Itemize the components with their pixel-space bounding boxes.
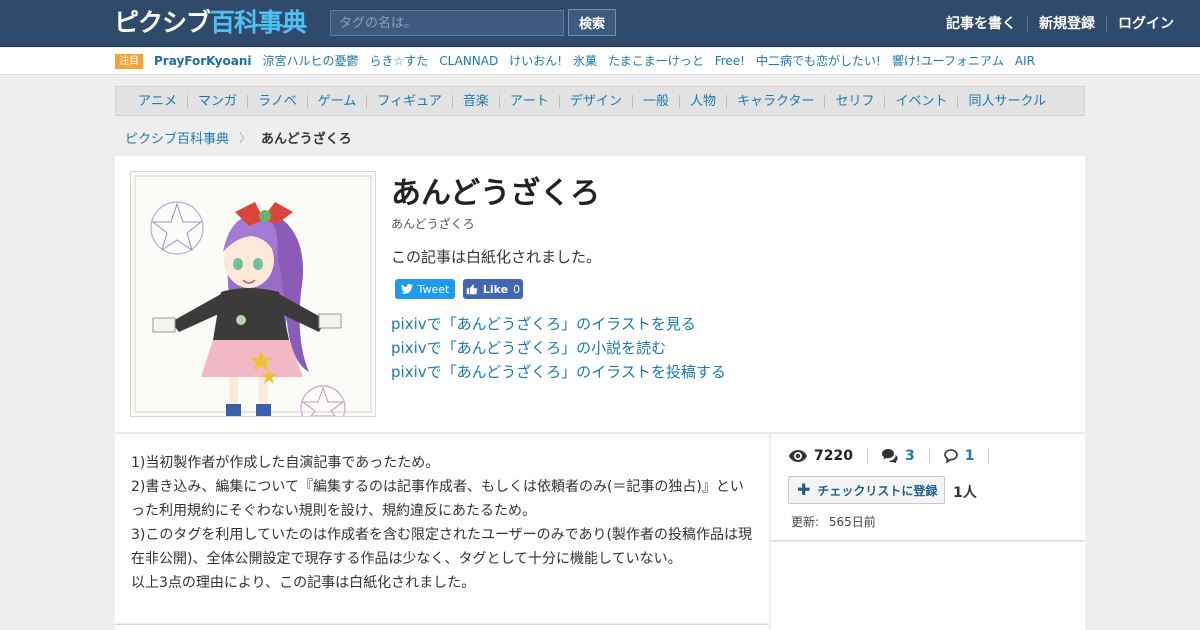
like-label: Like (482, 282, 509, 296)
add-to-checklist-button[interactable]: ✚ チェックリストに登録 (788, 476, 945, 504)
twitter-icon (400, 284, 413, 294)
site-logo[interactable]: ピクシブ百科事典 (114, 8, 307, 37)
trending-tag[interactable]: Free! (715, 53, 745, 69)
article-body-footer (115, 624, 769, 630)
search-input[interactable] (330, 10, 564, 36)
trending-tag[interactable]: PrayForKyoani (154, 53, 252, 69)
site-header: ピクシブ百科事典 検索 記事を書く 新規登録 ログイン (0, 0, 1200, 47)
reply-count[interactable]: 1 (943, 448, 990, 464)
category-art[interactable]: アート (498, 94, 559, 108)
pixiv-post-illustration-link[interactable]: pixivで「あんどうざくろ」のイラストを投稿する (391, 360, 726, 384)
header-nav: 記事を書く 新規登録 ログイン (935, 0, 1185, 47)
category-game[interactable]: ゲーム (306, 94, 367, 108)
trending-tag[interactable]: 中二病でも恋がしたい! (756, 53, 881, 69)
updated-info: 更新: 565日前 (791, 513, 876, 530)
trending-tag[interactable]: たまこまーけっと (608, 53, 704, 69)
view-count: 7220 (789, 448, 868, 464)
trending-tag[interactable]: 氷菓 (573, 53, 597, 69)
category-lightnovel[interactable]: ラノベ (247, 94, 307, 108)
article-summary: この記事は白紙化されました。 (391, 248, 602, 266)
breadcrumb-root[interactable]: ピクシブ百科事典 (125, 128, 229, 147)
breadcrumb-current: あんどうざくろ (261, 132, 352, 147)
article-title: あんどうざくろ (391, 176, 601, 211)
category-event[interactable]: イベント (884, 94, 957, 108)
trending-tag[interactable]: らき☆すた (370, 53, 429, 69)
tweet-button[interactable]: Tweet (395, 279, 455, 299)
category-quote[interactable]: セリフ (824, 94, 884, 108)
plus-icon: ✚ (797, 480, 811, 499)
like-button[interactable]: Like 0 (463, 279, 523, 299)
body-paragraph: 1)当初製作者が作成した自演記事であったため。 (131, 455, 440, 471)
category-design[interactable]: デザイン (558, 94, 632, 108)
character-illustration (131, 172, 375, 416)
view-count-value: 7220 (814, 448, 853, 464)
body-paragraph: 2)書き込み、編集について『編集するのは記事作成者、もしくは依頼者のみ(＝記事の… (131, 479, 744, 519)
reply-count-value[interactable]: 1 (965, 448, 975, 464)
write-article-link[interactable]: 記事を書く (935, 16, 1027, 32)
trending-tag[interactable]: AIR (1015, 53, 1035, 69)
stats-row: 7220 3 1 (789, 448, 1003, 464)
updated-label: 更新: (791, 515, 820, 529)
article-stats: 7220 3 1 ✚ チェックリストに登録 1人 更新: 565日前 (771, 433, 1085, 541)
trending-tag[interactable]: CLANNAD (439, 53, 498, 69)
article-body-text: 1)当初製作者が作成した自演記事であったため。 2)書き込み、編集について『編集… (131, 451, 755, 595)
category-doujin-circle[interactable]: 同人サークル (957, 94, 1056, 108)
category-anime[interactable]: アニメ (128, 95, 187, 108)
comments-icon (881, 449, 898, 463)
checklist-count: 1人 (953, 485, 977, 501)
chevron-right-icon: 〉 (239, 131, 252, 145)
tweet-label: Tweet (417, 282, 450, 296)
signup-link[interactable]: 新規登録 (1027, 15, 1106, 32)
speech-bubble-icon (943, 449, 958, 463)
category-figure[interactable]: フィギュア (366, 94, 451, 108)
trending-badge: 注目 (115, 53, 143, 69)
article-body: 1)当初製作者が作成した自演記事であったため。 2)書き込み、編集について『編集… (115, 433, 769, 623)
pixiv-view-illustrations-link[interactable]: pixivで「あんどうざくろ」のイラストを見る (391, 312, 726, 336)
body-paragraph: 以上3点の理由により、この記事は白紙化されました。 (131, 575, 476, 591)
article-reading: あんどうざくろ (391, 217, 475, 231)
comment-count[interactable]: 3 (881, 448, 930, 464)
breadcrumb: ピクシブ百科事典 〉 あんどうざくろ (125, 128, 352, 147)
article-thumbnail[interactable] (130, 171, 376, 417)
updated-value: 565日前 (828, 515, 876, 529)
body-paragraph: 3)このタグを利用していたのは作成者を含む限定されたユーザーのみであり(製作者の… (131, 527, 752, 567)
trending-tag[interactable]: 涼宮ハルヒの憂鬱 (263, 53, 359, 69)
sidebar-panel (771, 542, 1085, 630)
logo-accent: 百科事典 (210, 8, 307, 37)
checklist-label: チェックリストに登録 (817, 483, 938, 498)
category-nav: アニメ マンガ ラノベ ゲーム フィギュア 音楽 アート デザイン 一般 人物 … (115, 86, 1085, 116)
category-general[interactable]: 一般 (631, 94, 679, 108)
comment-count-value[interactable]: 3 (905, 448, 915, 464)
category-music[interactable]: 音楽 (451, 94, 499, 108)
logo-main: ピクシブ (114, 8, 211, 37)
thumbs-up-icon (466, 284, 478, 295)
social-buttons: Tweet Like 0 (395, 279, 523, 299)
like-count: 0 (513, 282, 521, 296)
trending-tag[interactable]: 響け!ユーフォニアム (892, 53, 1004, 69)
article-header: あんどうざくろ あんどうざくろ この記事は白紙化されました。 Tweet Lik… (115, 156, 1085, 432)
category-character[interactable]: キャラクター (725, 94, 824, 108)
eye-icon (789, 450, 807, 462)
trending-tag[interactable]: けいおん! (509, 53, 562, 69)
category-manga[interactable]: マンガ (187, 94, 247, 108)
trending-bar: 注目 PrayForKyoani 涼宮ハルヒの憂鬱 らき☆すた CLANNAD … (0, 48, 1200, 75)
search-button[interactable]: 検索 (568, 9, 616, 36)
category-person[interactable]: 人物 (678, 94, 726, 108)
login-link[interactable]: ログイン (1106, 15, 1185, 32)
pixiv-read-novels-link[interactable]: pixivで「あんどうざくろ」の小説を読む (391, 336, 726, 360)
pixiv-links: pixivで「あんどうざくろ」のイラストを見る pixivで「あんどうざくろ」の… (391, 312, 726, 384)
